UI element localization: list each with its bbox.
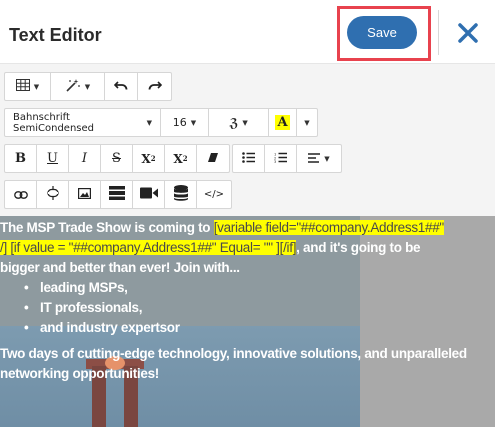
align-left-icon (308, 152, 321, 166)
close-icon[interactable] (455, 20, 481, 46)
unlink-icon (46, 186, 59, 203)
numbered-list-icon: 123 (274, 152, 287, 166)
database-icon (173, 185, 188, 204)
table-icon (15, 79, 30, 94)
content-paragraph-2-line-2: networking opportunities! (0, 366, 159, 381)
magic-wand-icon (65, 78, 81, 95)
list-item: IT professionals, (24, 298, 143, 318)
eraser-icon (207, 152, 219, 166)
unlink-button[interactable] (37, 181, 69, 208)
bullet-list-icon (242, 151, 255, 166)
magic-format-button[interactable]: ▼ (51, 73, 105, 100)
svg-text:3: 3 (274, 160, 276, 163)
list-item: and industry expertsor (24, 318, 180, 338)
subscript-icon: X (173, 151, 183, 166)
italic-icon: I (81, 151, 88, 166)
clear-format-button[interactable] (197, 145, 229, 172)
toolbar-group-insert: ▼ ▼ (4, 72, 172, 101)
font-family-value: Bahnschrift SemiCondensed (13, 111, 95, 134)
header-divider (438, 10, 439, 55)
highlight-color-button[interactable]: A (269, 109, 297, 136)
content-line-1-text: The MSP Trade Show is coming to (0, 220, 214, 235)
conditional-tag: /] [if value = "##company.Address1##" Eq… (0, 240, 297, 255)
code-view-button[interactable]: </> (197, 181, 231, 208)
editor-header: Text Editor Save (0, 0, 495, 64)
variable-tag: [variable field="##company.Address1##" (213, 220, 444, 235)
superscript-icon: X (141, 151, 151, 166)
bold-button[interactable]: B (5, 145, 37, 172)
content-line-2: /] [if value = "##company.Address1##" Eq… (0, 238, 421, 258)
superscript-button[interactable]: X2 (133, 145, 165, 172)
numbered-list-button[interactable]: 123 (265, 145, 297, 172)
font-size-value: 16 (172, 116, 187, 129)
underline-button[interactable]: U (37, 145, 69, 172)
content-paragraph-2-line-1: Two days of cutting-edge technology, inn… (0, 346, 467, 361)
save-button[interactable]: Save (347, 16, 417, 49)
toolbar-group-media: </> (4, 180, 232, 209)
editor-content-area[interactable]: The MSP Trade Show is coming to [variabl… (0, 216, 495, 427)
content-line-2-text: , and it's going to be (296, 240, 421, 255)
undo-button[interactable] (105, 73, 138, 100)
list-item: leading MSPs, (24, 278, 128, 298)
insert-video-button[interactable] (133, 181, 165, 208)
code-view-icon: </> (203, 189, 225, 200)
chevron-down-icon: ▼ (146, 118, 152, 127)
align-dropdown[interactable]: ▼ (297, 145, 341, 172)
font-size-select[interactable]: 16 ▼ (161, 109, 209, 136)
chevron-down-icon: ▼ (324, 154, 330, 163)
redo-icon (148, 80, 162, 94)
link-icon (13, 188, 28, 202)
chevron-down-icon: ▼ (242, 118, 248, 127)
editor-title: Text Editor (9, 25, 102, 45)
undo-icon (113, 80, 128, 94)
text-style-icon: ℨ (229, 115, 239, 130)
chevron-down-icon: ▼ (190, 118, 197, 127)
insert-data-field-button[interactable] (165, 181, 197, 208)
redo-button[interactable] (138, 73, 171, 100)
video-icon (139, 187, 158, 202)
chevron-down-icon: ▼ (84, 82, 91, 91)
table-layout-icon (108, 186, 125, 203)
highlight-color-icon: A (275, 115, 290, 130)
content-line-1: The MSP Trade Show is coming to [variabl… (0, 218, 444, 238)
toolbar-group-paragraph: 123 ▼ (232, 144, 342, 173)
bold-icon: B (15, 151, 26, 166)
table-dropdown-button[interactable]: ▼ (5, 73, 51, 100)
strikethrough-icon: S (112, 151, 121, 166)
content-line-3: bigger and better than ever! Join with..… (0, 260, 240, 275)
chevron-down-icon: ▼ (33, 82, 40, 91)
font-family-select[interactable]: Bahnschrift SemiCondensed ▼ (5, 109, 161, 136)
toolbar-group-font: Bahnschrift SemiCondensed ▼ 16 ▼ ℨ ▼ A ▼ (4, 108, 318, 137)
insert-table-layout-button[interactable] (101, 181, 133, 208)
bullet-list-button[interactable] (233, 145, 265, 172)
text-style-dropdown[interactable]: ℨ ▼ (209, 109, 269, 136)
subscript-button[interactable]: X2 (165, 145, 197, 172)
italic-button[interactable]: I (69, 145, 101, 172)
insert-link-button[interactable] (5, 181, 37, 208)
editor-toolbar: ▼ ▼ Bahnschrift SemiCondensed ▼ 16 ▼ ℨ ▼ A … (0, 64, 495, 216)
toolbar-group-format: B U I S X2 X2 (4, 144, 230, 173)
underline-icon: U (47, 151, 58, 166)
strikethrough-button[interactable]: S (101, 145, 133, 172)
chevron-down-icon: ▼ (304, 118, 310, 127)
image-icon (78, 187, 92, 202)
highlight-color-dropdown[interactable]: ▼ (297, 109, 317, 136)
insert-image-button[interactable] (69, 181, 101, 208)
